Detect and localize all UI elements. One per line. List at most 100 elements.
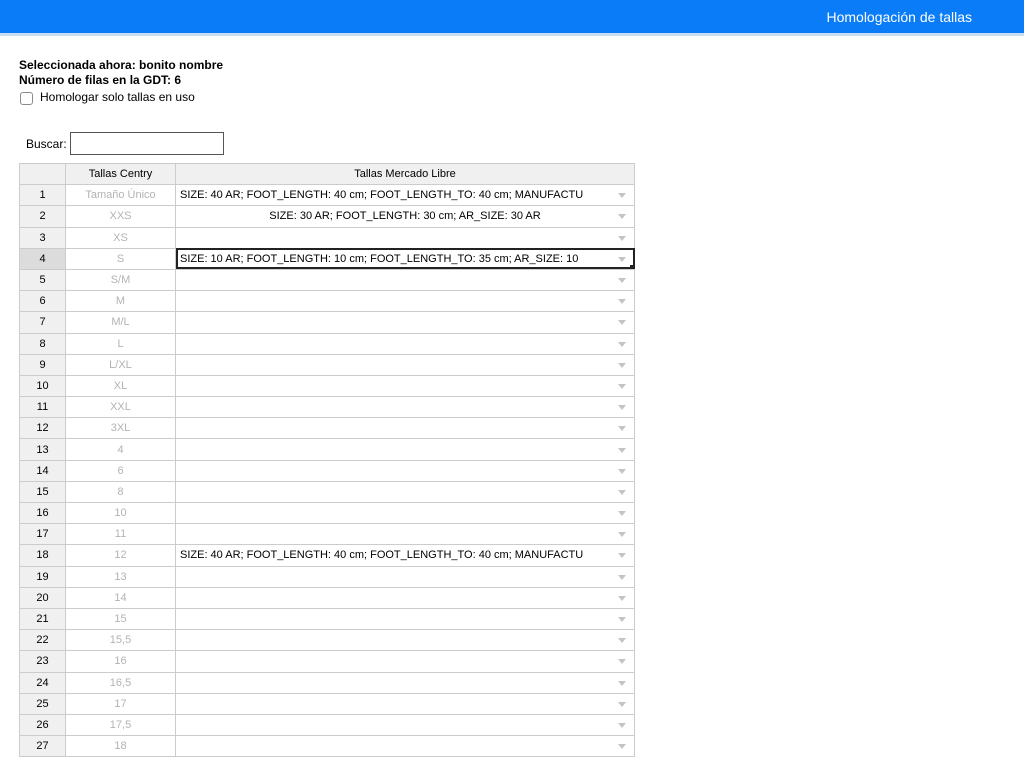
mercado-libre-size-dropdown[interactable] <box>175 629 635 652</box>
row-number[interactable]: 5 <box>19 268 66 292</box>
mercado-libre-size-dropdown[interactable] <box>175 226 635 249</box>
row-number[interactable]: 22 <box>19 629 66 652</box>
table-header-row: Tallas Centry Tallas Mercado Libre <box>19 162 635 186</box>
row-number[interactable]: 21 <box>19 607 66 631</box>
row-number[interactable]: 6 <box>19 290 66 313</box>
mercado-libre-size-dropdown[interactable] <box>175 353 635 376</box>
row-number[interactable]: 7 <box>19 311 66 334</box>
row-number[interactable]: 11 <box>19 396 66 419</box>
dropdown-arrow-icon[interactable] <box>618 426 626 432</box>
row-number[interactable]: 17 <box>19 523 66 546</box>
mercado-libre-size-dropdown[interactable] <box>175 374 635 398</box>
centry-size-cell: L/XL <box>65 353 176 376</box>
dropdown-arrow-icon[interactable] <box>618 595 626 601</box>
search-input[interactable] <box>69 132 224 155</box>
dropdown-arrow-icon[interactable] <box>618 468 626 474</box>
row-number[interactable]: 4 <box>19 247 66 270</box>
centry-size-cell: XXS <box>65 205 176 228</box>
dropdown-arrow-icon[interactable] <box>618 320 626 326</box>
dropdown-arrow-icon[interactable] <box>618 299 626 305</box>
dropdown-arrow-icon[interactable] <box>618 214 626 220</box>
row-number[interactable]: 9 <box>19 353 66 376</box>
row-number[interactable]: 2 <box>19 205 66 228</box>
dropdown-arrow-icon[interactable] <box>618 680 626 686</box>
column-header-mercado-libre[interactable]: Tallas Mercado Libre <box>175 162 635 186</box>
mercado-libre-size-dropdown[interactable] <box>175 523 635 546</box>
mercado-libre-size-dropdown[interactable]: SIZE: 40 AR; FOOT_LENGTH: 40 cm; FOOT_LE… <box>175 184 635 207</box>
mercado-libre-size-dropdown[interactable]: SIZE: 40 AR; FOOT_LENGTH: 40 cm; FOOT_LE… <box>175 544 635 567</box>
homologate-in-use-checkbox[interactable] <box>20 92 33 105</box>
row-number[interactable]: 15 <box>19 480 66 504</box>
row-number[interactable]: 16 <box>19 501 66 525</box>
dropdown-arrow-icon[interactable] <box>618 489 626 495</box>
centry-size-cell: 8 <box>65 480 176 504</box>
mercado-libre-size-dropdown[interactable] <box>175 565 635 588</box>
dropdown-arrow-icon[interactable] <box>618 341 626 347</box>
dropdown-arrow-icon[interactable] <box>618 638 626 644</box>
row-number[interactable]: 25 <box>19 692 66 715</box>
dropdown-arrow-icon[interactable] <box>618 659 626 665</box>
mercado-libre-size-dropdown[interactable]: SIZE: 30 AR; FOOT_LENGTH: 30 cm; AR_SIZE… <box>175 205 635 228</box>
homologate-in-use-option[interactable]: Homologar solo tallas en uso <box>19 89 1024 105</box>
row-number[interactable]: 26 <box>19 713 66 737</box>
dropdown-arrow-icon[interactable] <box>618 278 626 284</box>
mercado-libre-size-dropdown[interactable] <box>175 713 635 737</box>
dropdown-arrow-icon[interactable] <box>618 574 626 580</box>
mercado-libre-size-dropdown[interactable] <box>175 459 635 482</box>
dropdown-arrow-icon[interactable] <box>618 617 626 623</box>
centry-size-cell: 17 <box>65 692 176 715</box>
dropdown-arrow-icon[interactable] <box>618 511 626 517</box>
mercado-libre-size-dropdown[interactable]: SIZE: 10 AR; FOOT_LENGTH: 10 cm; FOOT_LE… <box>175 247 635 270</box>
mercado-libre-size-dropdown[interactable] <box>175 735 635 758</box>
mercado-libre-size-dropdown[interactable] <box>175 586 635 609</box>
table-row: 21 15 <box>19 607 635 631</box>
dropdown-arrow-icon[interactable] <box>618 722 626 728</box>
dropdown-arrow-icon[interactable] <box>618 744 626 750</box>
mercado-libre-size-dropdown[interactable] <box>175 501 635 525</box>
mercado-libre-size-value: SIZE: 10 AR; FOOT_LENGTH: 10 cm; FOOT_LE… <box>180 252 579 265</box>
dropdown-arrow-icon[interactable] <box>618 447 626 453</box>
dropdown-arrow-icon[interactable] <box>618 532 626 538</box>
row-number[interactable]: 3 <box>19 226 66 249</box>
row-number[interactable]: 27 <box>19 735 66 758</box>
mercado-libre-size-dropdown[interactable] <box>175 332 635 355</box>
mercado-libre-size-dropdown[interactable] <box>175 671 635 694</box>
table-row: 11 XXL <box>19 396 635 419</box>
row-number[interactable]: 1 <box>19 184 66 207</box>
row-number[interactable]: 23 <box>19 650 66 673</box>
mercado-libre-size-dropdown[interactable] <box>175 268 635 292</box>
row-number[interactable]: 19 <box>19 565 66 588</box>
table-row: 13 4 <box>19 438 635 461</box>
dropdown-arrow-icon[interactable] <box>618 701 626 707</box>
row-count-text: Número de filas en la GDT: 6 <box>19 73 182 87</box>
centry-size-cell: 12 <box>65 544 176 567</box>
dropdown-arrow-icon[interactable] <box>618 235 626 241</box>
row-number[interactable]: 8 <box>19 332 66 355</box>
row-number[interactable]: 24 <box>19 671 66 694</box>
dropdown-arrow-icon[interactable] <box>618 362 626 368</box>
row-number[interactable]: 10 <box>19 374 66 398</box>
row-number[interactable]: 14 <box>19 459 66 482</box>
dropdown-arrow-icon[interactable] <box>618 405 626 411</box>
mercado-libre-size-dropdown[interactable] <box>175 692 635 715</box>
mercado-libre-size-dropdown[interactable] <box>175 417 635 440</box>
mercado-libre-size-dropdown[interactable] <box>175 438 635 461</box>
mercado-libre-size-dropdown[interactable] <box>175 396 635 419</box>
dropdown-arrow-icon[interactable] <box>618 553 626 559</box>
mercado-libre-size-dropdown[interactable] <box>175 480 635 504</box>
row-number[interactable]: 20 <box>19 586 66 609</box>
row-number[interactable]: 12 <box>19 417 66 440</box>
dropdown-arrow-icon[interactable] <box>618 383 626 389</box>
column-header-centry[interactable]: Tallas Centry <box>65 162 176 186</box>
mercado-libre-size-dropdown[interactable] <box>175 650 635 673</box>
dropdown-arrow-icon[interactable] <box>618 256 626 262</box>
info-panel: Seleccionada ahora: bonito nombre Número… <box>19 58 1024 105</box>
dropdown-arrow-icon[interactable] <box>618 193 626 199</box>
mercado-libre-size-dropdown[interactable] <box>175 607 635 631</box>
mercado-libre-size-dropdown[interactable] <box>175 311 635 334</box>
mercado-libre-size-dropdown[interactable] <box>175 290 635 313</box>
table-row: 14 6 <box>19 459 635 482</box>
mercado-libre-size-value: SIZE: 40 AR; FOOT_LENGTH: 40 cm; FOOT_LE… <box>180 189 584 202</box>
row-number[interactable]: 18 <box>19 544 66 567</box>
row-number[interactable]: 13 <box>19 438 66 461</box>
